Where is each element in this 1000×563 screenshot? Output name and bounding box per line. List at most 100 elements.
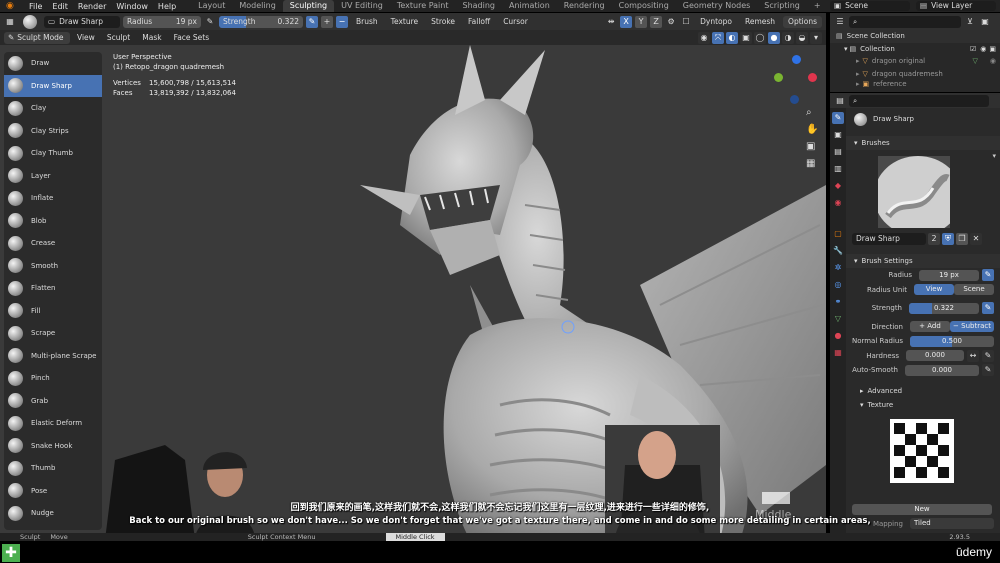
radius-pressure-icon[interactable]: ✎ [982, 269, 994, 282]
tab-sculpting[interactable]: Sculpting [282, 0, 335, 12]
scene-selector[interactable]: ▣ Scene [830, 1, 910, 11]
add-plus-icon[interactable]: ✚ [2, 544, 20, 562]
gizmo-toggle-icon[interactable]: ⤧ [712, 31, 724, 44]
modifier-tab-icon[interactable]: 🔧 [832, 245, 844, 257]
hardness-field[interactable]: 0.000 [906, 350, 964, 362]
add-workspace-button[interactable]: + [807, 0, 828, 12]
cursor-dropdown[interactable]: Cursor [498, 16, 533, 28]
expand-icon[interactable]: ▸ [856, 70, 860, 78]
expand-icon[interactable]: ▸ [856, 80, 860, 88]
menu-file[interactable]: File [24, 2, 47, 11]
object-tab-icon[interactable]: ▢ [832, 228, 844, 240]
tool-pose[interactable]: Pose [4, 480, 102, 503]
tab-rendering[interactable]: Rendering [557, 0, 612, 12]
world-tab-icon[interactable]: ◉ [832, 197, 844, 209]
outliner-search-input[interactable]: ⌕ [849, 15, 961, 28]
gizmo-x-axis-icon[interactable] [808, 73, 817, 82]
tab-geometry-nodes[interactable]: Geometry Nodes [676, 0, 757, 12]
collection-expand-icon[interactable]: ▾ [844, 45, 848, 53]
tab-animation[interactable]: Animation [502, 0, 557, 12]
texture-dropdown[interactable]: Texture [386, 16, 423, 28]
direction-subtract-button[interactable]: − Subtract [950, 321, 994, 333]
outliner-row-dragon-original[interactable]: ▸ ▽ dragon original ▽ ◉ [830, 55, 1000, 68]
tab-shading[interactable]: Shading [455, 0, 502, 12]
tab-modeling[interactable]: Modeling [232, 0, 282, 12]
stroke-dropdown[interactable]: Stroke [426, 16, 460, 28]
shading-rendered-icon[interactable]: ◒ [796, 31, 808, 44]
tool-tab-icon[interactable]: ✎ [832, 112, 844, 124]
camera-icon[interactable]: ▣ [806, 141, 820, 152]
3d-viewport[interactable]: ⌕ ✋ ▣ ▦ [0, 45, 826, 540]
view-layer-selector[interactable]: ▤ View Layer [916, 1, 996, 11]
menu-face-sets[interactable]: Face Sets [169, 32, 215, 44]
gizmo-y-axis-icon[interactable] [774, 73, 783, 82]
tool-layer[interactable]: Layer [4, 165, 102, 188]
exclude-checkbox[interactable]: ☑ [970, 45, 976, 53]
constraints-tab-icon[interactable]: ⚭ [832, 296, 844, 308]
direction-add-button[interactable]: + Add [910, 321, 950, 333]
texture-tab-icon[interactable]: ▦ [832, 347, 844, 359]
menu-sculpt[interactable]: Sculpt [102, 32, 135, 44]
brush-list-expand-icon[interactable]: ▾ [992, 152, 996, 160]
tool-grab[interactable]: Grab [4, 390, 102, 413]
shading-wireframe-icon[interactable]: ◯ [754, 31, 766, 44]
autosmooth-pressure-icon[interactable]: ✎ [982, 364, 994, 377]
radius-unit-view-button[interactable]: View [914, 284, 954, 296]
strength-pressure-icon[interactable]: ✎ [982, 302, 994, 315]
blender-logo-icon[interactable]: ◉ [6, 1, 20, 11]
brush-dropdown[interactable]: Brush [351, 16, 383, 28]
advanced-subpanel-header[interactable]: ▸ Advanced [846, 384, 1000, 398]
falloff-dropdown[interactable]: Falloff [463, 16, 495, 28]
outliner-row-dragon-quadremesh[interactable]: ▸ ▽ dragon quadremesh [830, 68, 1000, 81]
new-collection-icon[interactable]: ▣ [979, 15, 991, 28]
outliner-row-reference[interactable]: ▸ ▣ reference [830, 80, 1000, 88]
shading-material-icon[interactable]: ◑ [782, 31, 794, 44]
brush-preview-area[interactable]: ▾ [846, 150, 1000, 232]
texture-subpanel-header[interactable]: ▾ Texture [846, 398, 1000, 413]
tab-scripting[interactable]: Scripting [757, 0, 807, 12]
brush-thumbnail[interactable] [878, 156, 950, 228]
tool-thumb[interactable]: Thumb [4, 457, 102, 480]
outliner-row-collection[interactable]: ▾ ▤ Collection ☑ ◉ ▣ [830, 43, 1000, 56]
camera-icon[interactable]: ▣ [989, 45, 996, 53]
grid-icon[interactable]: ▦ [806, 158, 820, 169]
properties-search-input[interactable]: ⌕ [849, 94, 989, 107]
gizmo-neg-z-icon[interactable] [790, 95, 799, 104]
tab-texture-paint[interactable]: Texture Paint [390, 0, 456, 12]
brush-users-count[interactable]: 2 [928, 233, 940, 245]
strength-pressure-icon[interactable]: ✎ [306, 15, 318, 28]
menu-render[interactable]: Render [73, 2, 111, 11]
remesh-dropdown[interactable]: Remesh [740, 16, 780, 28]
duplicate-brush-icon[interactable]: ❐ [956, 233, 968, 245]
tab-compositing[interactable]: Compositing [612, 0, 676, 12]
symmetry-z-toggle[interactable]: Z [650, 15, 663, 28]
menu-help[interactable]: Help [153, 2, 181, 11]
pan-hand-icon[interactable]: ✋ [806, 124, 820, 135]
material-tab-icon[interactable]: ● [832, 330, 844, 342]
tool-inflate[interactable]: Inflate [4, 187, 102, 210]
menu-mask[interactable]: Mask [137, 32, 166, 44]
menu-view[interactable]: View [72, 32, 100, 44]
options-dropdown[interactable]: Options [783, 15, 822, 28]
zoom-icon[interactable]: ⌕ [806, 107, 820, 118]
direction-add-button[interactable]: + [321, 15, 333, 28]
editor-type-icon[interactable]: ▦ [4, 15, 16, 28]
dyntopo-checkbox[interactable]: ☐ [680, 15, 693, 28]
visibility-icon[interactable]: ◉ [698, 31, 710, 44]
navigation-gizmo[interactable] [768, 55, 824, 111]
filter-icon[interactable]: ⊻ [964, 15, 976, 28]
xray-toggle-icon[interactable]: ▣ [740, 31, 752, 44]
normal-radius-field[interactable]: 0.500 [910, 335, 994, 347]
mode-selector[interactable]: ✎ Sculpt Mode [4, 31, 70, 44]
symmetry-x-toggle[interactable]: X [620, 15, 633, 28]
properties-editor-icon[interactable]: ▤ [834, 94, 846, 107]
radius-pressure-icon[interactable]: ✎ [204, 15, 216, 28]
brush-settings-section-header[interactable]: ▾ Brush Settings [846, 254, 1000, 268]
tool-elastic-deform[interactable]: Elastic Deform [4, 412, 102, 435]
brushes-section-header[interactable]: ▾ Brushes [846, 136, 1000, 150]
unlink-brush-icon[interactable]: ✕ [970, 233, 982, 245]
tool-pinch[interactable]: Pinch [4, 367, 102, 390]
tab-uv-editing[interactable]: UV Editing [334, 0, 390, 12]
render-tab-icon[interactable]: ▣ [832, 129, 844, 141]
tool-snake-hook[interactable]: Snake Hook [4, 435, 102, 458]
